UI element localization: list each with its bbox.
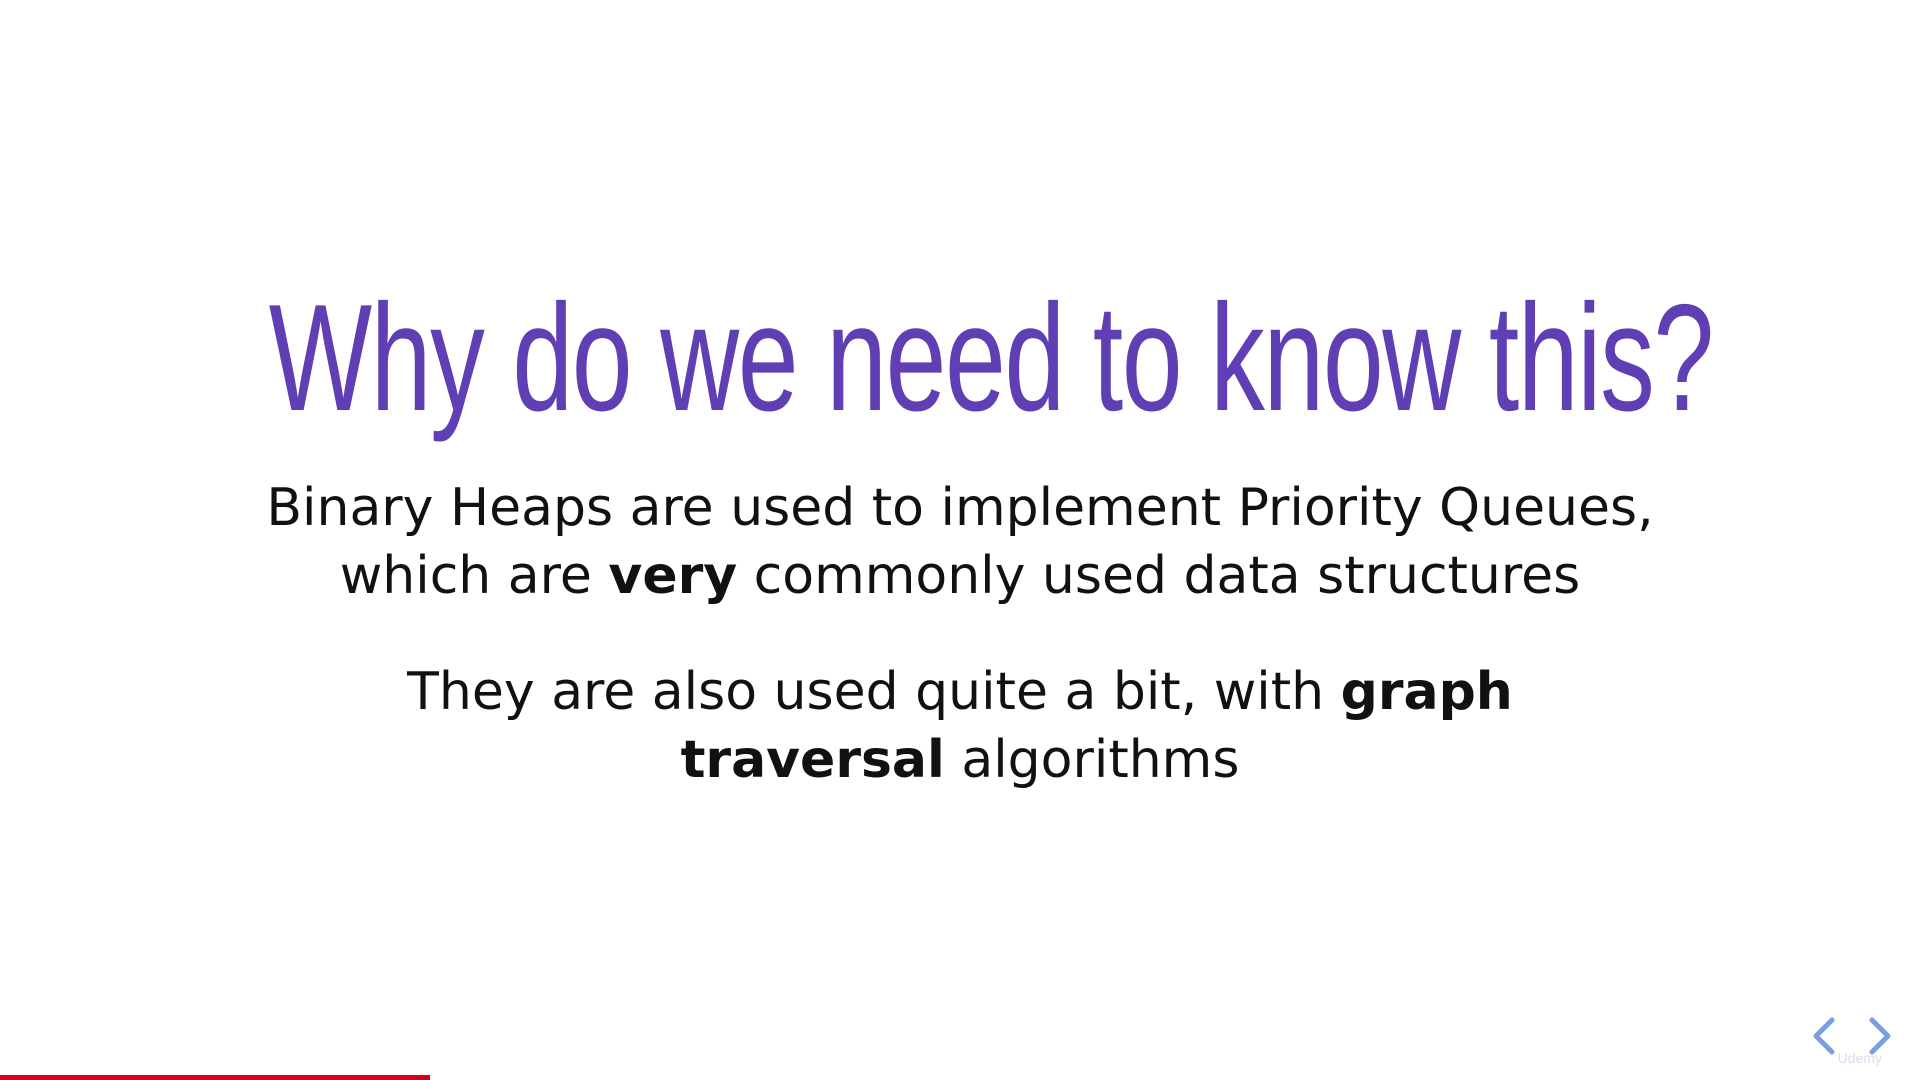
text-span: commonly used data structures xyxy=(737,546,1581,606)
bold-text: graph xyxy=(1340,662,1513,722)
text-span: which are xyxy=(339,546,609,606)
bold-text: traversal xyxy=(680,730,945,790)
text-span: They are also used quite a bit, with xyxy=(407,662,1341,722)
udemy-watermark: Udemy xyxy=(1837,1050,1882,1066)
paragraph-line: which are very commonly used data struct… xyxy=(0,542,1920,610)
paragraph-line: traversal algorithms xyxy=(0,726,1920,794)
paragraph-line: They are also used quite a bit, with gra… xyxy=(0,658,1920,726)
slide-title: Why do we need to know this? xyxy=(268,273,1714,443)
chevron-left-icon[interactable] xyxy=(1808,1016,1840,1056)
video-progress-bar[interactable] xyxy=(0,1075,431,1080)
text-span: algorithms xyxy=(944,730,1240,790)
bold-text: very xyxy=(608,546,738,606)
paragraph-priority-queues: Binary Heaps are used to implement Prior… xyxy=(0,474,1920,610)
slide: Why do we need to know this? Binary Heap… xyxy=(0,0,1920,1080)
paragraph-graph-traversal: They are also used quite a bit, with gra… xyxy=(0,658,1920,794)
paragraph-line: Binary Heaps are used to implement Prior… xyxy=(266,478,1654,538)
